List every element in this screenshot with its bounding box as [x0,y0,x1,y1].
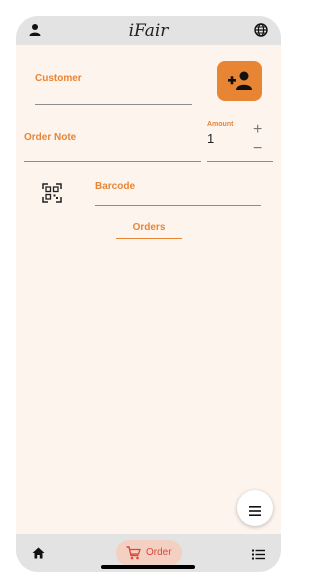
home-icon[interactable] [32,546,45,559]
app-title: iFair [128,21,169,41]
order-note-field[interactable] [24,144,201,161]
barcode-underline [95,205,261,206]
cart-icon [126,546,141,560]
amount-label: Amount [207,121,234,128]
menu-lines-icon [249,503,261,516]
home-indicator [101,565,195,569]
top-app-bar: iFair [16,16,281,45]
customer-field[interactable] [35,86,192,104]
globe-icon[interactable] [254,23,268,37]
amount-underline [207,161,273,162]
add-customer-button[interactable] [217,61,262,101]
barcode-label: Barcode [95,181,136,192]
increment-button[interactable]: + [253,121,262,139]
order-tab-label: Order [146,547,172,558]
order-note-label: Order Note [24,132,77,143]
menu-fab-button[interactable] [237,490,273,526]
customer-label: Customer [35,73,82,84]
app-screen: iFair Customer Order Note Amount 1 + − B… [16,16,281,572]
add-person-icon [227,70,253,92]
decrement-button[interactable]: − [253,140,262,158]
order-note-underline [24,161,201,162]
customer-underline [35,104,192,105]
orders-link[interactable]: Orders [116,222,182,239]
list-icon[interactable] [252,547,265,560]
barcode-field[interactable] [95,193,261,205]
qr-scan-icon[interactable] [42,183,62,203]
order-tab[interactable]: Order [116,540,182,566]
amount-input[interactable]: 1 [207,131,214,146]
